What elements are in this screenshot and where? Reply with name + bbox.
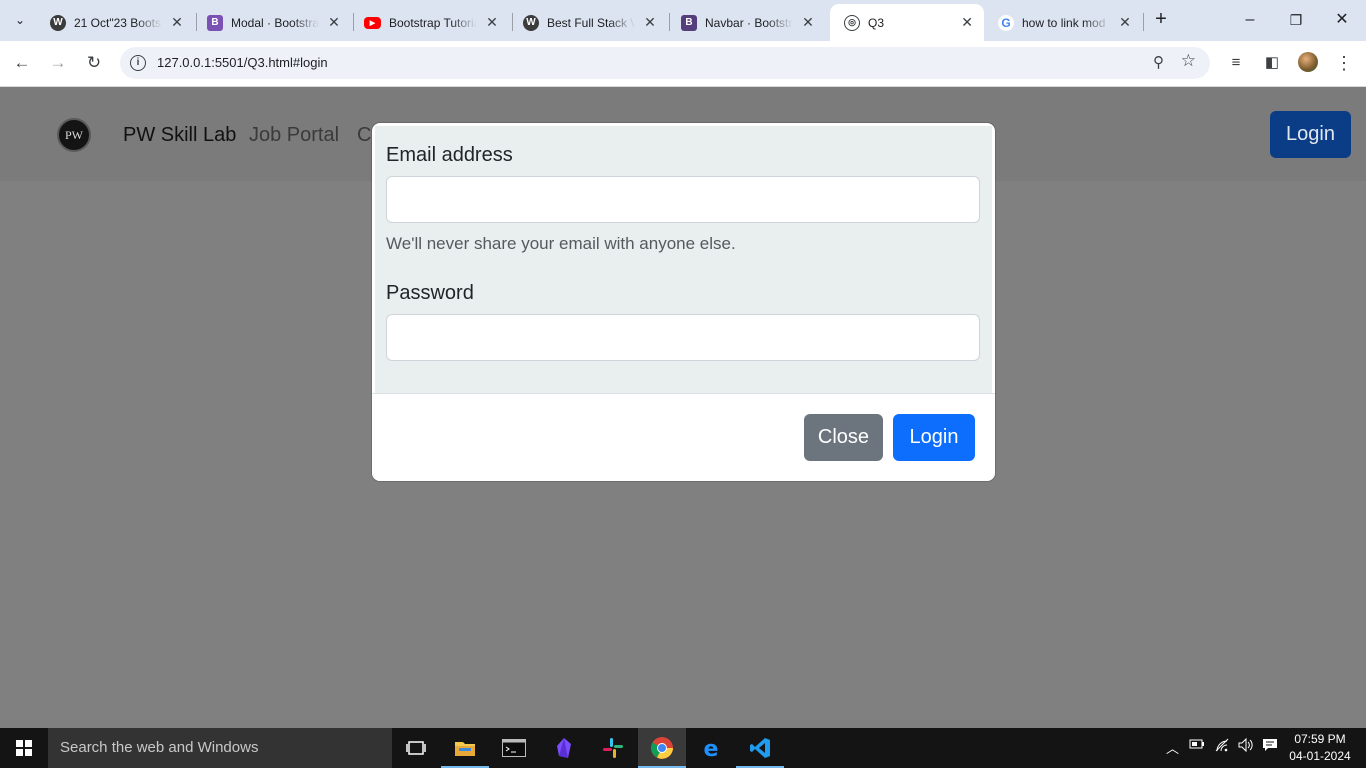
battery-icon[interactable] bbox=[1189, 738, 1205, 753]
close-tab-icon[interactable]: ✕ bbox=[327, 14, 341, 31]
tab-title: Q3 bbox=[868, 15, 885, 30]
tab-title: Navbar · Bootstrap bbox=[705, 15, 793, 30]
media-control-icon[interactable]: ≡ bbox=[1225, 52, 1247, 74]
close-tab-icon[interactable]: ✕ bbox=[643, 14, 657, 31]
password-field[interactable] bbox=[386, 314, 980, 361]
windows-taskbar: Search the web and Windows e ︿ 07:59 PM … bbox=[0, 728, 1366, 768]
close-window-icon[interactable]: ✕ bbox=[1330, 8, 1354, 32]
task-view-icon[interactable] bbox=[392, 728, 440, 768]
close-tab-icon[interactable]: ✕ bbox=[960, 14, 974, 31]
wordpress-icon: W bbox=[50, 14, 66, 31]
brand-logo[interactable]: PW bbox=[57, 118, 91, 152]
globe-icon: ◎ bbox=[844, 14, 860, 31]
url-text[interactable]: 127.0.0.1:5501/Q3.html#login bbox=[157, 55, 328, 70]
email-field[interactable] bbox=[386, 176, 980, 223]
minimize-icon[interactable]: – bbox=[1238, 8, 1262, 32]
email-help-text: We'll never share your email with anyone… bbox=[386, 234, 736, 253]
restore-icon[interactable]: ❐ bbox=[1284, 8, 1308, 32]
navbar-login-button[interactable]: Login bbox=[1270, 111, 1351, 158]
login-modal: Email address We'll never share your ema… bbox=[372, 123, 995, 481]
browser-tab[interactable]: B Navbar · Bootstrap ✕ bbox=[667, 4, 825, 41]
nav-link-job-portal[interactable]: Job Portal bbox=[249, 124, 339, 147]
brand-name[interactable]: PW Skill Lab bbox=[123, 124, 236, 147]
close-tab-icon[interactable]: ✕ bbox=[170, 14, 184, 31]
start-button[interactable] bbox=[0, 728, 48, 768]
site-info-icon[interactable]: i bbox=[130, 55, 146, 71]
tab-search-chevron-icon[interactable]: ⌄ bbox=[8, 9, 32, 31]
tray-overflow-chevron-icon[interactable]: ︿ bbox=[1166, 738, 1179, 757]
notification-center-icon[interactable] bbox=[1262, 738, 1278, 755]
obsidian-icon[interactable] bbox=[540, 728, 588, 768]
youtube-icon: ▶ bbox=[364, 16, 381, 29]
login-button[interactable]: Login bbox=[893, 414, 975, 461]
browser-tab[interactable]: ▶ Bootstrap Tutorial ✕ bbox=[350, 4, 509, 41]
nav-link-partial[interactable]: C bbox=[357, 124, 371, 147]
forward-arrow-icon[interactable]: → bbox=[46, 51, 70, 75]
zoom-icon[interactable]: ⚲ bbox=[1153, 53, 1164, 71]
close-tab-icon[interactable]: ✕ bbox=[485, 14, 499, 31]
close-tab-icon[interactable]: ✕ bbox=[1118, 14, 1132, 31]
bootstrap-icon: B bbox=[681, 14, 697, 31]
browser-tab[interactable]: W 21 Oct"23 Bootstrap ✕ bbox=[36, 4, 194, 41]
bookmark-star-icon[interactable]: ☆ bbox=[1181, 51, 1196, 71]
tab-title: Modal · Bootstrap bbox=[231, 15, 319, 30]
browser-tab[interactable]: G how to link mod ✕ bbox=[984, 4, 1142, 41]
browser-tab[interactable]: B Modal · Bootstrap ✕ bbox=[193, 4, 351, 41]
close-tab-icon[interactable]: ✕ bbox=[801, 14, 815, 31]
terminal-icon[interactable] bbox=[490, 728, 538, 768]
wifi-icon[interactable] bbox=[1214, 738, 1230, 755]
browser-tab-strip: ⌄ W 21 Oct"23 Bootstrap ✕ B Modal · Boot… bbox=[0, 0, 1366, 41]
browser-toolbar: ← → ↻ i 127.0.0.1:5501/Q3.html#login ⚲ ☆… bbox=[0, 41, 1366, 87]
close-button[interactable]: Close bbox=[804, 414, 883, 461]
taskbar-clock[interactable]: 07:59 PM 04-01-2024 bbox=[1284, 731, 1356, 765]
clock-date: 04-01-2024 bbox=[1289, 749, 1351, 763]
reload-icon[interactable]: ↻ bbox=[82, 51, 106, 75]
file-explorer-icon[interactable] bbox=[441, 728, 489, 768]
browser-tab-active[interactable]: ◎ Q3 ✕ bbox=[830, 4, 984, 41]
tab-title: Bootstrap Tutorial bbox=[389, 15, 477, 30]
volume-icon[interactable] bbox=[1238, 737, 1254, 755]
google-icon: G bbox=[998, 14, 1014, 31]
clock-time: 07:59 PM bbox=[1294, 732, 1346, 746]
back-arrow-icon[interactable]: ← bbox=[10, 51, 34, 75]
chrome-icon[interactable] bbox=[638, 728, 686, 768]
modal-body: Email address We'll never share your ema… bbox=[375, 126, 992, 393]
windows-logo-icon bbox=[16, 740, 32, 756]
new-tab-plus-icon[interactable]: + bbox=[1150, 9, 1172, 31]
slack-icon[interactable] bbox=[589, 728, 637, 768]
modal-footer: Close Login bbox=[372, 393, 995, 481]
wordpress-icon: W bbox=[523, 14, 539, 31]
profile-avatar[interactable] bbox=[1298, 52, 1318, 72]
browser-tab[interactable]: W Best Full Stack W ✕ bbox=[509, 4, 667, 41]
address-bar[interactable]: i 127.0.0.1:5501/Q3.html#login ⚲ ☆ bbox=[120, 47, 1210, 79]
tab-title: 21 Oct"23 Bootstrap bbox=[74, 15, 162, 30]
taskbar-search-box[interactable]: Search the web and Windows bbox=[48, 728, 392, 768]
more-menu-icon[interactable]: ⋮ bbox=[1333, 52, 1355, 74]
tab-title: Best Full Stack W bbox=[547, 15, 635, 30]
email-label: Email address bbox=[386, 144, 513, 166]
tab-separator bbox=[1143, 13, 1144, 31]
svg-text:e: e bbox=[704, 737, 719, 759]
vscode-icon[interactable] bbox=[736, 728, 784, 768]
edge-icon[interactable]: e bbox=[687, 728, 735, 768]
side-panel-icon[interactable]: ◧ bbox=[1261, 52, 1283, 74]
tab-title: how to link mod bbox=[1022, 15, 1106, 30]
password-label: Password bbox=[386, 282, 474, 304]
bootstrap-icon: B bbox=[207, 14, 223, 31]
